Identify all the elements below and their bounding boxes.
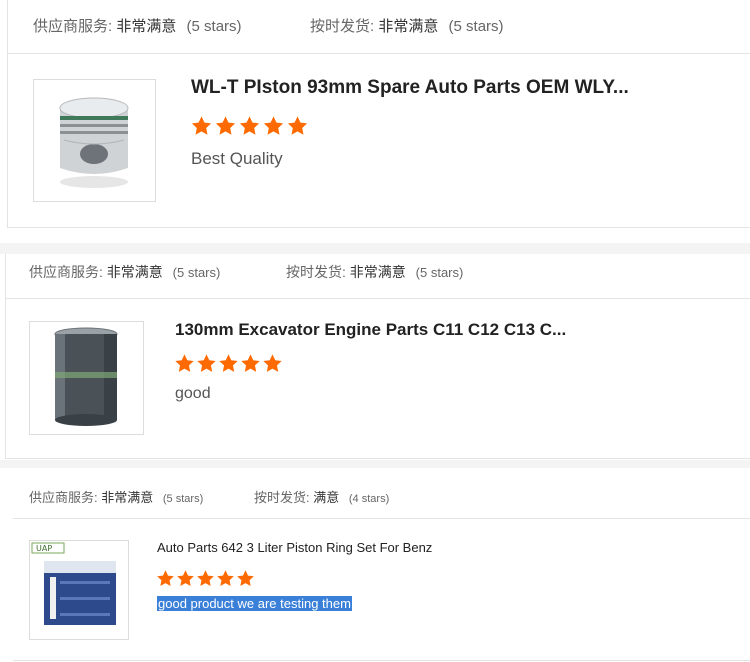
delivery-value: 非常满意	[349, 264, 406, 280]
star-icon	[217, 570, 234, 587]
product-thumbnail[interactable]	[29, 321, 144, 435]
delivery-label: 按时发货:	[286, 264, 346, 280]
star-icon	[157, 570, 174, 587]
star-icon	[241, 354, 260, 372]
product-title[interactable]: Auto Parts 642 3 Liter Piston Ring Set F…	[157, 540, 432, 555]
review-card: 供应商服务: 非常满意 (5 stars) 按时发货: 非常满意 (5 star…	[5, 254, 750, 459]
supplier-service-value: 非常满意	[106, 264, 163, 280]
star-icon	[263, 354, 282, 372]
delivery-label: 按时发货:	[254, 490, 310, 505]
review-card: 供应商服务: 非常满意 (5 stars) 按时发货: 非常满意 (5 star…	[7, 0, 750, 228]
divider	[6, 298, 750, 299]
star-rating	[156, 569, 255, 588]
card-gap	[0, 243, 750, 254]
divider	[13, 518, 750, 519]
star-icon	[175, 354, 194, 372]
star-icon	[191, 116, 212, 135]
star-icon	[287, 116, 308, 135]
star-rating	[190, 115, 309, 137]
delivery-stars: (4 stars)	[348, 493, 390, 505]
delivery-stars: (5 stars)	[415, 265, 464, 280]
star-icon	[219, 354, 238, 372]
box-brand-logo: UAP	[36, 544, 52, 553]
card-gap	[0, 460, 750, 468]
delivery-value: 非常满意	[378, 18, 439, 35]
supplier-service-label: 供应商服务:	[29, 490, 98, 505]
piston-product-image	[59, 97, 129, 188]
product-title[interactable]: WL-T PIston 93mm Spare Auto Parts OEM WL…	[191, 77, 629, 99]
piston-ring-box-product-image: UAP	[31, 542, 116, 625]
delivery-rating: 按时发货: 非常满意 (5 stars)	[286, 262, 463, 282]
delivery-rating: 按时发货: 满意 (4 stars)	[254, 487, 389, 506]
review-card: 供应商服务: 非常满意 (5 stars) 按时发货: 满意 (4 stars)…	[0, 468, 750, 662]
delivery-label: 按时发货:	[310, 18, 375, 35]
supplier-service-rating: 供应商服务: 非常满意 (5 stars)	[33, 15, 242, 36]
product-thumbnail[interactable]	[33, 79, 156, 202]
divider	[13, 660, 750, 661]
divider	[8, 53, 750, 54]
star-rating	[174, 353, 283, 374]
delivery-rating: 按时发货: 非常满意 (5 stars)	[310, 15, 504, 36]
product-title[interactable]: 130mm Excavator Engine Parts C11 C12 C13…	[175, 320, 566, 340]
star-icon	[197, 354, 216, 372]
supplier-service-stars: (5 stars)	[172, 265, 221, 280]
review-comment: good	[175, 385, 211, 402]
delivery-value: 满意	[313, 490, 340, 505]
supplier-service-value: 非常满意	[101, 490, 154, 505]
star-icon	[263, 116, 284, 135]
star-icon	[215, 116, 236, 135]
supplier-service-label: 供应商服务:	[33, 18, 113, 35]
supplier-service-rating: 供应商服务: 非常满意 (5 stars)	[29, 487, 203, 506]
supplier-service-stars: (5 stars)	[162, 493, 204, 505]
review-comment: Best Quality	[191, 149, 283, 168]
supplier-service-value: 非常满意	[116, 18, 177, 35]
cylinder-liner-product-image	[54, 327, 118, 426]
supplier-service-rating: 供应商服务: 非常满意 (5 stars)	[29, 262, 220, 282]
supplier-service-stars: (5 stars)	[186, 18, 242, 35]
supplier-service-label: 供应商服务:	[29, 264, 103, 280]
star-icon	[177, 570, 194, 587]
star-icon	[239, 116, 260, 135]
product-thumbnail[interactable]: UAP	[29, 540, 129, 640]
star-icon	[237, 570, 254, 587]
review-comment-selected: good product we are testing them	[157, 596, 352, 611]
delivery-stars: (5 stars)	[448, 18, 504, 35]
star-icon	[197, 570, 214, 587]
